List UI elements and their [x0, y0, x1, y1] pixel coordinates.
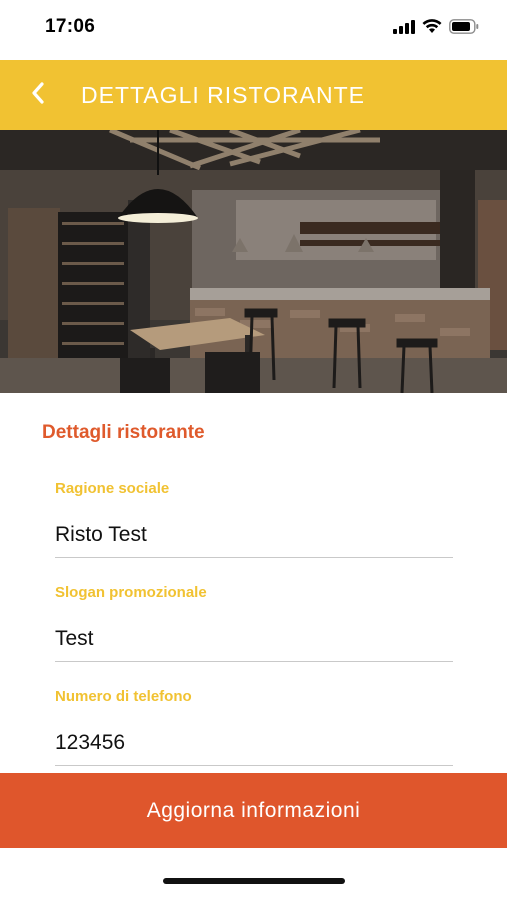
- field-label-slogan: Slogan promozionale: [55, 584, 207, 601]
- status-icons: [393, 19, 479, 39]
- ragione-sociale-input[interactable]: [55, 512, 453, 558]
- app-header: DETTAGLI RISTORANTE: [0, 60, 507, 130]
- signal-icon: [393, 19, 415, 39]
- slogan-input[interactable]: [55, 616, 453, 662]
- battery-icon: [449, 19, 479, 39]
- page-title: DETTAGLI RISTORANTE: [81, 82, 365, 108]
- field-label-ragione-sociale: Ragione sociale: [55, 480, 170, 497]
- phone-input[interactable]: [55, 720, 453, 766]
- chevron-left-icon: [30, 81, 46, 109]
- update-info-button[interactable]: Aggiorna informazioni: [0, 773, 507, 848]
- section-title: Dettagli ristorante: [42, 422, 205, 443]
- slogan-field: Slogan promozionale: [55, 584, 453, 662]
- restaurant-photo: [0, 130, 507, 393]
- field-label-phone: Numero di telefono: [55, 688, 192, 705]
- ragione-sociale-field: Ragione sociale: [55, 480, 453, 558]
- phone-field: Numero di telefono: [55, 688, 453, 766]
- wifi-icon: [422, 19, 442, 39]
- status-bar: 17:06: [0, 0, 507, 60]
- home-indicator: [163, 878, 345, 884]
- back-button[interactable]: [22, 78, 54, 112]
- status-time: 17:06: [45, 16, 96, 37]
